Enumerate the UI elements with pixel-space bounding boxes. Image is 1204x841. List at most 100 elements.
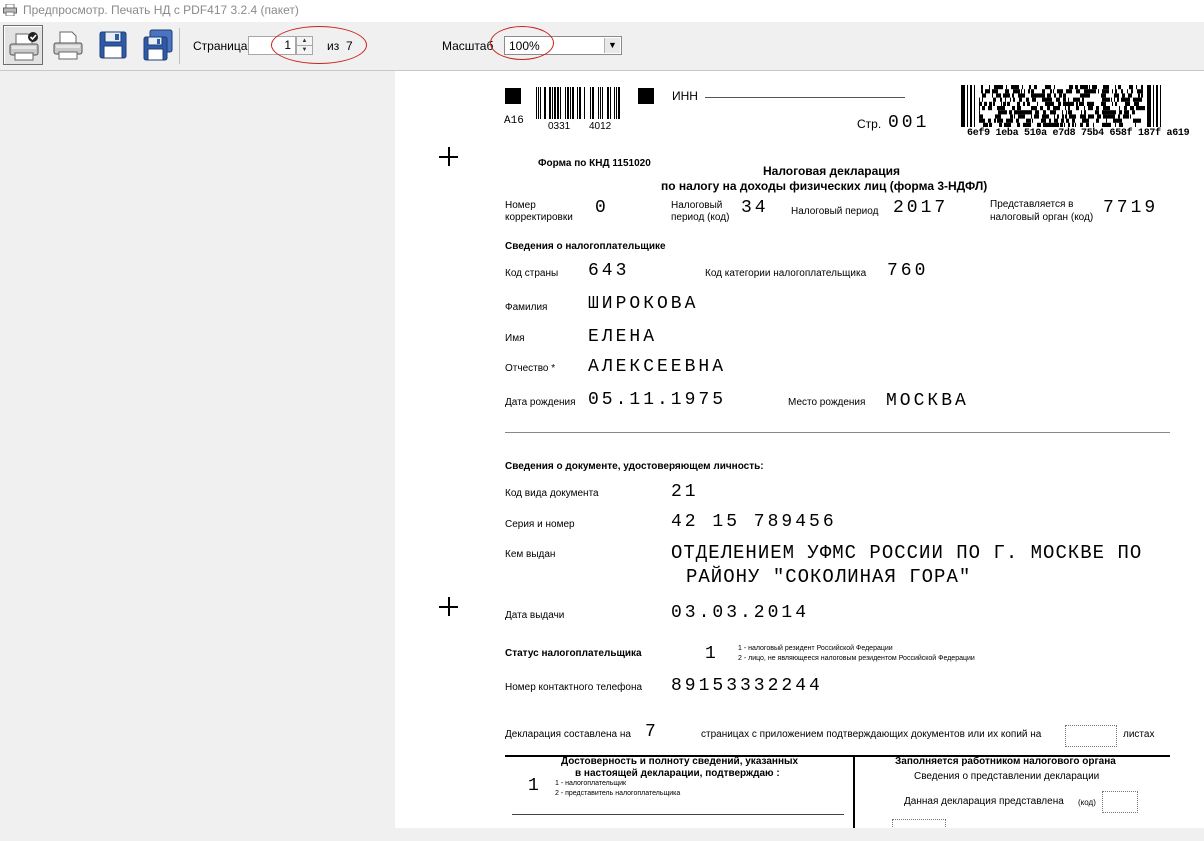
pdf417-module <box>1136 85 1137 90</box>
pdf417-module <box>1011 85 1014 90</box>
inn-line <box>705 97 905 98</box>
pdf417-module <box>988 106 990 111</box>
pdf417-module <box>1132 110 1135 115</box>
pdf417-module <box>997 118 998 123</box>
pdf417-module <box>1103 114 1104 119</box>
pdf417-module <box>1080 93 1082 98</box>
pdf417-module <box>1106 114 1108 119</box>
pdf417-module <box>1084 106 1085 111</box>
pdf417-module <box>1035 106 1037 111</box>
pdf417-module <box>1014 106 1015 111</box>
pdf417-module <box>1138 93 1140 98</box>
pdf417-module <box>998 118 1001 123</box>
print-button[interactable] <box>48 25 88 65</box>
status-note-2: 2 - лицо, не являющееся налоговым резиде… <box>738 655 975 662</box>
barcode-bar <box>565 87 566 119</box>
tax-authority-label-2: налоговый орган (код) <box>990 212 1094 223</box>
pdf417-module <box>1109 110 1110 115</box>
pdf417-module <box>982 93 984 98</box>
pdf417-module <box>1007 101 1008 106</box>
office-subtitle: Сведения о представлении декларации <box>914 771 1100 782</box>
barcode-left-number2: 4012 <box>589 121 612 132</box>
save-button[interactable] <box>93 25 133 65</box>
pdf417-module <box>1058 106 1060 111</box>
pdf417-module <box>1054 93 1056 98</box>
pdf417-module <box>1096 118 1097 123</box>
pdf417-module <box>1102 110 1105 115</box>
status-value: 1 <box>705 644 719 664</box>
pdf417-module <box>1054 85 1055 90</box>
table-divider <box>853 755 855 828</box>
composed-mid: страницах с приложением подтверждающих д… <box>701 729 1042 740</box>
pdf417-module <box>1138 97 1140 102</box>
barcode-left-label: A16 <box>504 115 524 127</box>
pdf417-module <box>1107 85 1109 90</box>
pdf417-module <box>1065 114 1067 119</box>
pdf417-module <box>1031 89 1034 94</box>
barcode-bar <box>602 87 603 119</box>
pdf417-module <box>1012 118 1013 123</box>
sheets-field <box>1065 725 1117 747</box>
barcode-bar <box>538 87 539 119</box>
pdf417-module <box>1023 93 1025 98</box>
pdf417-module <box>992 93 993 98</box>
barcode-bar <box>570 87 571 119</box>
pdf417-module <box>1136 118 1139 123</box>
pdf417-module <box>1012 106 1014 111</box>
pdf417-module <box>1135 97 1138 102</box>
pdf417-module <box>1069 122 1070 127</box>
pdf417-module <box>1101 101 1103 106</box>
patronymic-value: АЛЕКСЕЕВНА <box>588 357 727 377</box>
barcode-bar <box>614 87 615 119</box>
pdf417-module <box>993 97 996 102</box>
pdf417-module <box>1124 110 1126 115</box>
pdf417-module <box>996 89 998 94</box>
pdf417-module <box>985 89 987 94</box>
pdf417-module <box>1124 114 1127 119</box>
pdf417-module <box>1031 114 1032 119</box>
pdf417-module <box>1028 122 1029 127</box>
pdf417-module <box>1071 85 1073 90</box>
pdf417-module <box>1035 93 1038 98</box>
pdf417-module <box>1114 118 1116 123</box>
tax-authority-label: Представляется в <box>990 199 1074 210</box>
pdf417-module <box>1037 114 1039 119</box>
pdf417-module <box>1059 89 1062 94</box>
pdf417-module <box>1028 118 1031 123</box>
pdf417-module <box>1036 114 1037 119</box>
pdf417-module <box>1141 93 1143 98</box>
pdf417-module <box>1031 93 1034 98</box>
pdf417-module <box>1108 110 1109 115</box>
chevron-down-icon[interactable]: ▼ <box>604 38 620 53</box>
pdf417-module <box>1054 114 1055 119</box>
pdf417-module <box>1103 101 1106 106</box>
pdf417-module <box>1057 89 1059 94</box>
save-all-button[interactable] <box>138 25 178 65</box>
pdf417-module <box>1045 85 1048 90</box>
pdf417-module <box>981 85 982 90</box>
pdf417-module <box>1062 114 1064 119</box>
pdf417-module <box>1089 85 1090 90</box>
pdf417-module <box>982 106 985 111</box>
status-note-1: 1 - налоговый резидент Российской Федера… <box>738 645 893 652</box>
pdf417-module <box>1088 106 1089 111</box>
pdf417-module <box>1022 93 1023 98</box>
pdf417-module <box>1115 85 1116 90</box>
print-settings-button[interactable] <box>3 25 43 65</box>
pdf417-module <box>1070 85 1071 90</box>
pdf417-module <box>1007 93 1010 98</box>
pdf417-module <box>1034 114 1036 119</box>
phone-label: Номер контактного телефона <box>505 682 643 693</box>
pdf417-module <box>1128 93 1129 98</box>
pdf417-module <box>1055 106 1056 111</box>
doc-type-value: 21 <box>671 482 699 502</box>
pdf417-module <box>1068 106 1069 111</box>
pdf417-module <box>1031 106 1032 111</box>
pdf417-module <box>1002 110 1005 115</box>
birthdate-value: 05.11.1975 <box>588 390 727 410</box>
confirm-note-2: 2 - представитель налогоплательщика <box>555 790 681 797</box>
pdf417-module <box>989 85 990 90</box>
pdf417-module <box>1026 97 1029 102</box>
pdf417-module <box>1006 89 1007 94</box>
pdf417-module <box>1090 89 1091 94</box>
